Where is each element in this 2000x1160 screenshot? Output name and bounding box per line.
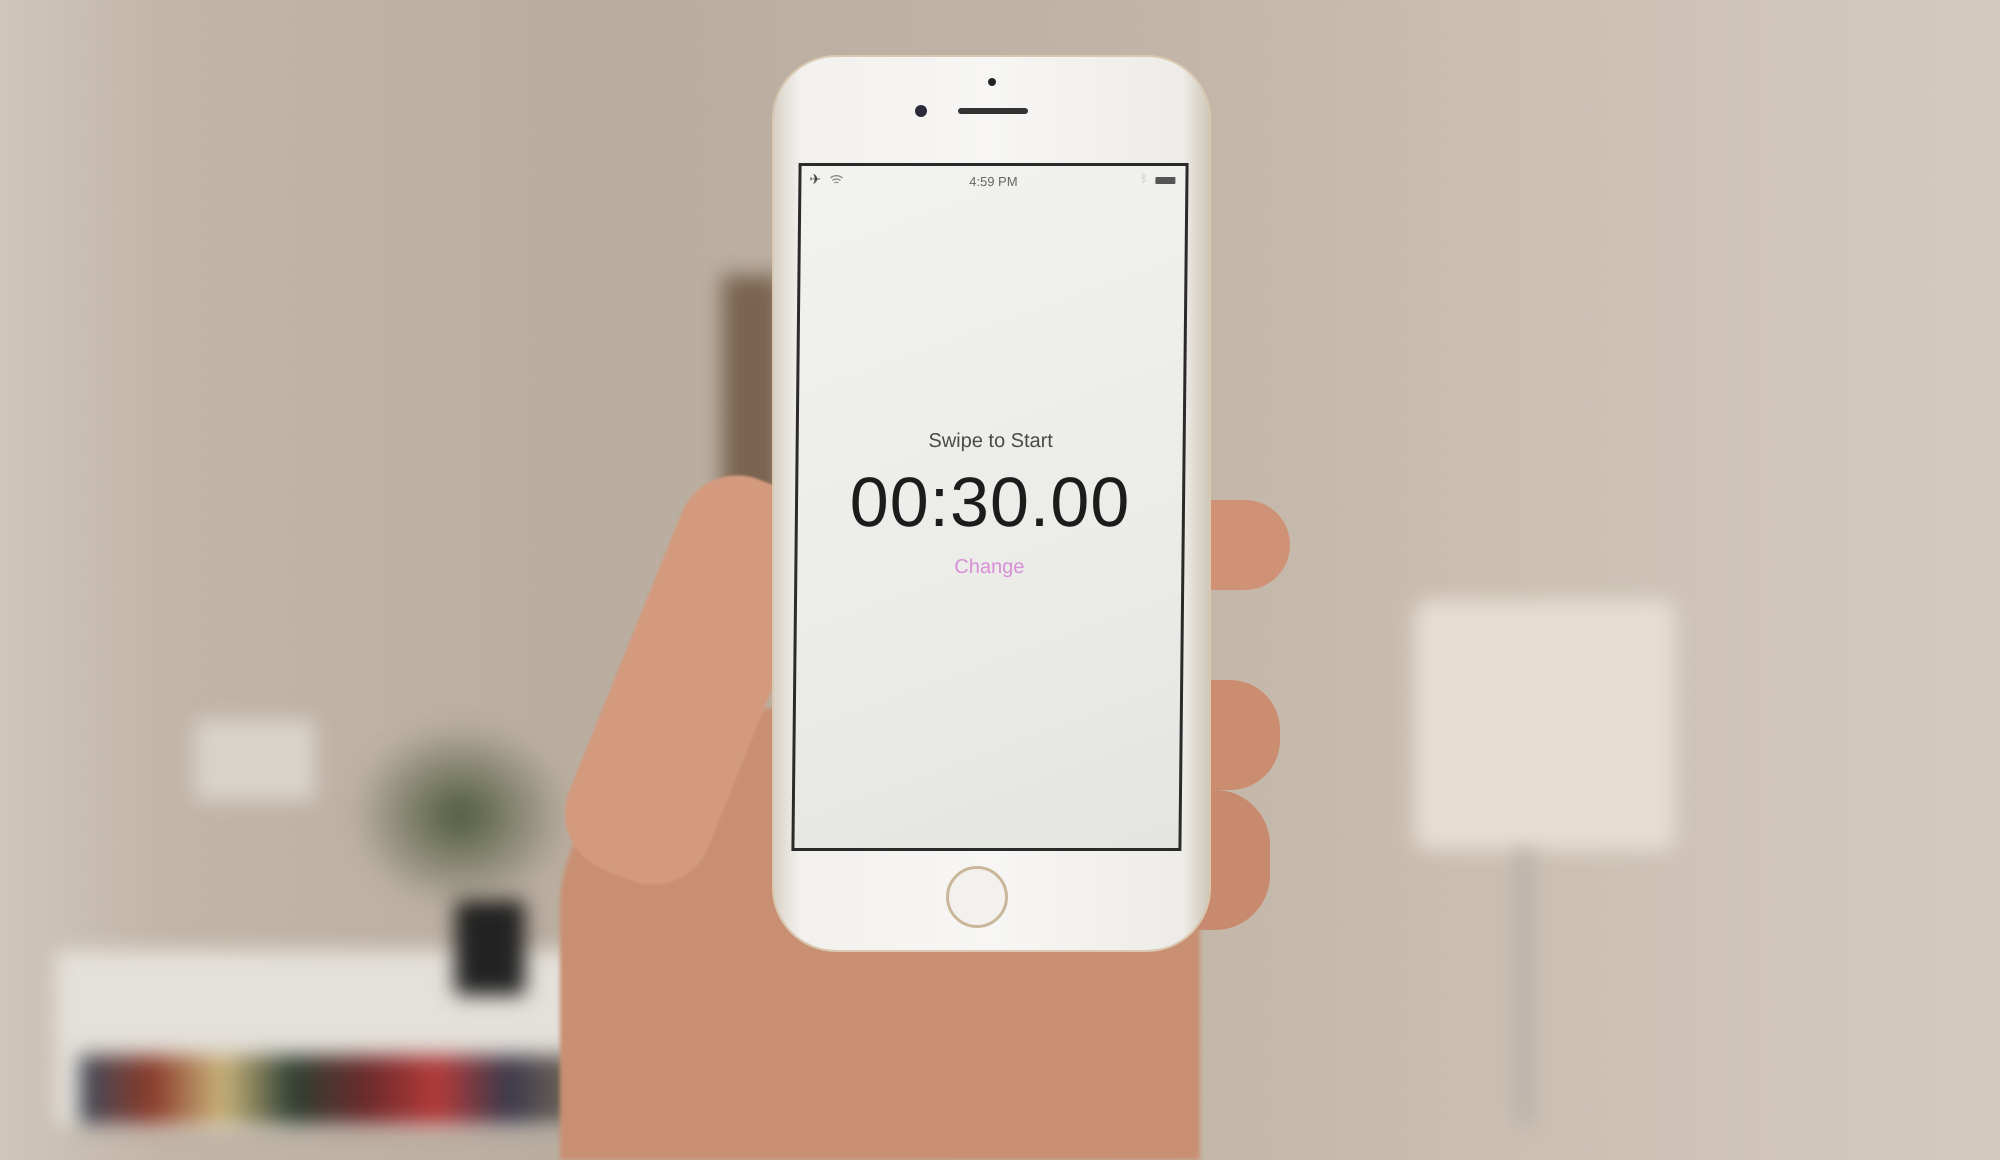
bluetooth-icon: ᛒ — [1140, 173, 1148, 185]
phone-screen: ✈ 4:59 PM ᛒ Swipe to Start 00:30.00 Chan… — [791, 163, 1189, 851]
status-bar: ✈ 4:59 PM ᛒ — [801, 171, 1185, 192]
books — [80, 1055, 580, 1125]
lamp-shade — [1415, 600, 1675, 850]
plant-leaves — [350, 720, 570, 910]
wall-frame — [722, 275, 782, 505]
status-time: 4:59 PM — [969, 174, 1018, 189]
plant-pot — [455, 900, 525, 995]
proximity-sensor — [988, 78, 996, 86]
change-button[interactable]: Change — [797, 556, 1181, 579]
light-switch — [195, 720, 315, 800]
timer-display[interactable]: 00:30.00 — [798, 462, 1183, 542]
battery-icon — [1155, 177, 1176, 184]
swipe-hint: Swipe to Start — [928, 430, 1054, 452]
earpiece — [958, 108, 1028, 114]
home-button[interactable] — [946, 866, 1008, 928]
lamp-pole — [1515, 850, 1533, 1125]
front-camera — [915, 105, 927, 117]
